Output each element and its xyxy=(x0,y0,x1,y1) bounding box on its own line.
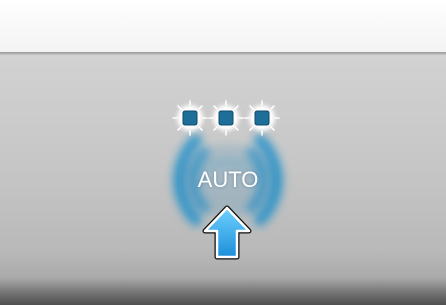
indicator-light xyxy=(254,110,270,126)
screen: AUTO xyxy=(0,0,446,305)
indicator-light xyxy=(182,110,198,126)
auto-button[interactable]: AUTO xyxy=(178,165,278,195)
status-lights-icon xyxy=(172,100,280,136)
indicator-light xyxy=(218,110,234,126)
auto-control-art xyxy=(172,100,283,260)
